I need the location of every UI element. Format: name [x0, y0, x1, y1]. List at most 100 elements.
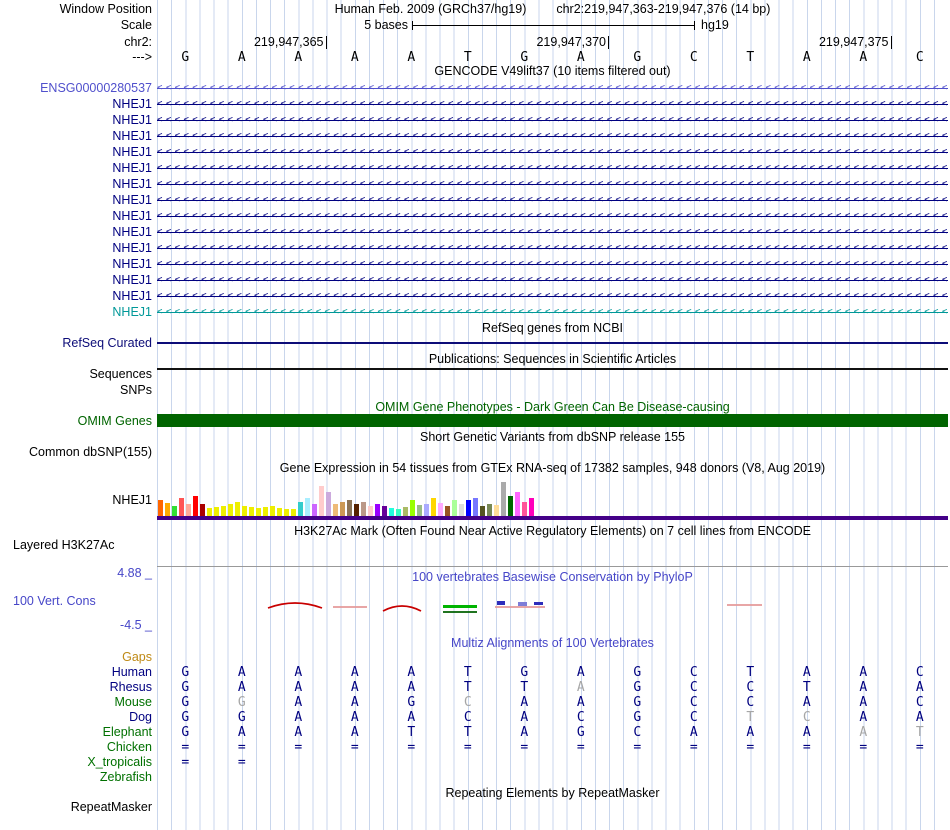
species-label[interactable]: Mouse — [114, 695, 152, 709]
gtex-tissue-bar[interactable] — [459, 504, 464, 516]
gene-row[interactable]: <<<<<<<<<<<<<<<<<<<<<<<<<<<<<<<<<<<<<<<<… — [157, 96, 948, 112]
gene-label[interactable]: ENSG00000280537 — [40, 81, 152, 95]
track-label-phylop[interactable]: 100 Vert. Cons — [13, 594, 96, 608]
gtex-gene-model-bar[interactable] — [157, 516, 948, 520]
gene-label[interactable]: NHEJ1 — [112, 113, 152, 127]
gtex-tissue-bar[interactable] — [347, 500, 352, 516]
gtex-tissue-bar[interactable] — [473, 498, 478, 516]
gtex-tissue-bar[interactable] — [312, 504, 317, 516]
species-label[interactable]: X_tropicalis — [87, 755, 152, 769]
gtex-tissue-bar[interactable] — [396, 509, 401, 516]
gtex-tissue-bar[interactable] — [200, 504, 205, 516]
gtex-tissue-bar[interactable] — [522, 502, 527, 516]
species-label[interactable]: Chicken — [107, 740, 152, 754]
track-label-omim-genes[interactable]: OMIM Genes — [78, 414, 152, 428]
gene-label[interactable]: NHEJ1 — [112, 305, 152, 319]
gene-row[interactable]: <<<<<<<<<<<<<<<<<<<<<<<<<<<<<<<<<<<<<<<<… — [157, 208, 948, 224]
gtex-tissue-bar[interactable] — [214, 507, 219, 516]
gtex-tissue-bar[interactable] — [333, 504, 338, 516]
gene-row[interactable]: <<<<<<<<<<<<<<<<<<<<<<<<<<<<<<<<<<<<<<<<… — [157, 288, 948, 304]
gtex-tissue-bar[interactable] — [291, 509, 296, 516]
gtex-tissue-bar[interactable] — [410, 500, 415, 516]
alignment-row[interactable]: GAAAATTAGCCTAA — [157, 680, 948, 695]
gene-row[interactable]: <<<<<<<<<<<<<<<<<<<<<<<<<<<<<<<<<<<<<<<<… — [157, 240, 948, 256]
gtex-tissue-bar[interactable] — [249, 507, 254, 516]
gtex-tissue-bar[interactable] — [445, 506, 450, 516]
gtex-tissue-bar[interactable] — [207, 508, 212, 516]
gtex-tissue-bar[interactable] — [298, 502, 303, 516]
gene-label[interactable]: NHEJ1 — [112, 241, 152, 255]
gene-label[interactable]: NHEJ1 — [112, 209, 152, 223]
gtex-tissue-bar[interactable] — [284, 509, 289, 516]
gene-row[interactable]: <<<<<<<<<<<<<<<<<<<<<<<<<<<<<<<<<<<<<<<<… — [157, 128, 948, 144]
gtex-tissue-bar[interactable] — [186, 504, 191, 516]
gtex-tissue-bar[interactable] — [368, 506, 373, 516]
gtex-tissue-bar[interactable] — [494, 505, 499, 516]
gene-row[interactable]: <<<<<<<<<<<<<<<<<<<<<<<<<<<<<<<<<<<<<<<<… — [157, 144, 948, 160]
gtex-tissue-bar[interactable] — [165, 503, 170, 516]
gtex-tissue-bar[interactable] — [515, 492, 520, 516]
gtex-tissue-bar[interactable] — [277, 508, 282, 516]
gtex-tissue-bar[interactable] — [340, 502, 345, 516]
gtex-tissue-bar[interactable] — [501, 482, 506, 516]
track-label-refseq-curated[interactable]: RefSeq Curated — [62, 336, 152, 350]
phylop-wiggle-plot[interactable] — [157, 570, 948, 635]
sequences-bar[interactable] — [157, 368, 948, 370]
alignment-row[interactable]: GGAAGCAAGCCAAC — [157, 695, 948, 710]
gtex-tissue-bar[interactable] — [382, 506, 387, 516]
gene-row[interactable]: <<<<<<<<<<<<<<<<<<<<<<<<<<<<<<<<<<<<<<<<… — [157, 224, 948, 240]
species-label[interactable]: Elephant — [103, 725, 152, 739]
gtex-tissue-bar[interactable] — [242, 506, 247, 516]
species-label[interactable]: Gaps — [122, 650, 152, 664]
gene-row[interactable]: <<<<<<<<<<<<<<<<<<<<<<<<<<<<<<<<<<<<<<<<… — [157, 192, 948, 208]
track-label-common-dbsnp[interactable]: Common dbSNP(155) — [29, 445, 152, 459]
gtex-tissue-bar[interactable] — [270, 506, 275, 516]
gene-label[interactable]: NHEJ1 — [112, 225, 152, 239]
track-label-gtex-gene[interactable]: NHEJ1 — [112, 493, 152, 507]
gtex-tissue-bar[interactable] — [221, 506, 226, 516]
gene-row[interactable]: <<<<<<<<<<<<<<<<<<<<<<<<<<<<<<<<<<<<<<<<… — [157, 176, 948, 192]
gtex-tissue-bar[interactable] — [361, 502, 366, 516]
gtex-tissue-bar[interactable] — [417, 505, 422, 516]
gene-label[interactable]: NHEJ1 — [112, 161, 152, 175]
gene-label[interactable]: NHEJ1 — [112, 97, 152, 111]
gene-row[interactable]: <<<<<<<<<<<<<<<<<<<<<<<<<<<<<<<<<<<<<<<<… — [157, 112, 948, 128]
gene-label[interactable]: NHEJ1 — [112, 145, 152, 159]
refseq-curated-bar[interactable] — [157, 342, 948, 344]
gene-label[interactable]: NHEJ1 — [112, 257, 152, 271]
alignment-row[interactable]: GAAAATGAGCTAAC — [157, 665, 948, 680]
gtex-tissue-bar[interactable] — [424, 504, 429, 516]
species-label[interactable]: Zebrafish — [100, 770, 152, 784]
track-label-snps[interactable]: SNPs — [120, 383, 152, 397]
gtex-tissue-bar[interactable] — [263, 507, 268, 516]
gene-label[interactable]: NHEJ1 — [112, 177, 152, 191]
gene-label[interactable]: NHEJ1 — [112, 193, 152, 207]
base-position-ruler[interactable]: GAAAATGAGCTAAC — [157, 50, 948, 65]
gtex-tissue-bar[interactable] — [305, 498, 310, 516]
gtex-tissue-bar[interactable] — [508, 496, 513, 516]
gene-row[interactable]: <<<<<<<<<<<<<<<<<<<<<<<<<<<<<<<<<<<<<<<<… — [157, 256, 948, 272]
gene-row[interactable]: <<<<<<<<<<<<<<<<<<<<<<<<<<<<<<<<<<<<<<<<… — [157, 304, 948, 320]
gtex-tissue-bar[interactable] — [452, 500, 457, 516]
gtex-tissue-bar[interactable] — [354, 504, 359, 516]
alignment-row[interactable] — [157, 770, 948, 785]
gene-row[interactable]: <<<<<<<<<<<<<<<<<<<<<<<<<<<<<<<<<<<<<<<<… — [157, 272, 948, 288]
gene-row[interactable]: <<<<<<<<<<<<<<<<<<<<<<<<<<<<<<<<<<<<<<<<… — [157, 80, 948, 96]
gtex-tissue-bar[interactable] — [375, 504, 380, 516]
gtex-tissue-bar[interactable] — [438, 503, 443, 516]
coordinate-ruler[interactable]: 219,947,365 219,947,370 219,947,375 — [157, 35, 948, 50]
alignment-row[interactable]: GGAAACACGCTCAA — [157, 710, 948, 725]
gene-row[interactable]: <<<<<<<<<<<<<<<<<<<<<<<<<<<<<<<<<<<<<<<<… — [157, 160, 948, 176]
gtex-tissue-bar[interactable] — [480, 506, 485, 516]
gene-label[interactable]: NHEJ1 — [112, 129, 152, 143]
gene-label[interactable]: NHEJ1 — [112, 273, 152, 287]
gtex-tissue-bar[interactable] — [172, 506, 177, 516]
gtex-tissue-bar[interactable] — [179, 498, 184, 516]
gtex-tissue-bar[interactable] — [466, 500, 471, 516]
species-label[interactable]: Dog — [129, 710, 152, 724]
alignment-row[interactable]: = = = = = = = = = = = = = = — [157, 740, 948, 755]
gtex-tissue-bar[interactable] — [326, 492, 331, 516]
gtex-tissue-bar[interactable] — [389, 508, 394, 516]
gtex-tissue-bar[interactable] — [529, 498, 534, 516]
alignment-row[interactable] — [157, 650, 948, 665]
